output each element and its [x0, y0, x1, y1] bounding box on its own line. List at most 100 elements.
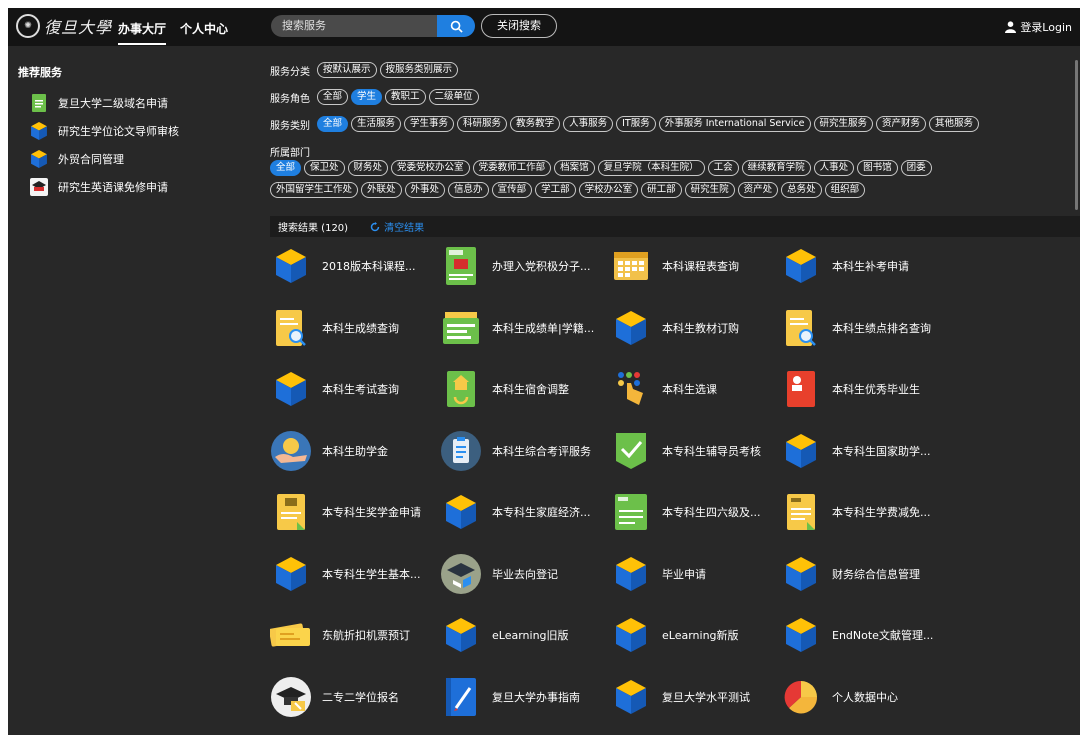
search-input[interactable]: 搜索服务	[271, 15, 437, 37]
service-tile[interactable]: 本科生考试查询	[270, 367, 440, 411]
chip-dept[interactable]: 继续教育学院	[741, 160, 811, 176]
service-tile[interactable]: 本科生选课	[610, 367, 780, 411]
chip-dept[interactable]: 图书馆	[857, 160, 898, 176]
chip-dept[interactable]: 学校办公室	[578, 182, 639, 198]
clipboard-icon	[440, 430, 482, 472]
sidebar-item-english-exemption[interactable]: 研究生英语课免修申请	[30, 178, 168, 196]
university-logo[interactable]: ✺ 復旦大學	[16, 14, 112, 38]
pie-chart-icon	[780, 676, 822, 718]
service-tile-label: 本科生教材订购	[662, 321, 739, 335]
chip-category-display[interactable]: 按服务类别展示	[379, 62, 459, 78]
chip-category-teaching[interactable]: 教务教学	[510, 116, 561, 132]
chip-dept[interactable]: 财务处	[347, 160, 389, 176]
chip-default-display[interactable]: 按默认展示	[317, 62, 377, 78]
service-tile[interactable]: 本科生成绩查询	[270, 306, 440, 350]
chip-dept[interactable]: 人事处	[813, 160, 855, 176]
service-tile[interactable]: 本科生成绩单|学籍...	[440, 306, 610, 350]
chip-dept[interactable]: 研工部	[641, 182, 682, 198]
sidebar-item-label: 外贸合同管理	[58, 153, 124, 166]
service-tile[interactable]: 本科课程表查询	[610, 244, 780, 288]
service-tile[interactable]: 本科生助学金	[270, 429, 440, 473]
chip-category-finance[interactable]: 资产财务	[876, 116, 927, 132]
checkmark-icon	[610, 430, 652, 472]
service-tile[interactable]: 本专科生奖学金申请	[270, 490, 440, 534]
service-tile[interactable]: 本专科生学生基本...	[270, 552, 440, 596]
grade-search-icon	[270, 307, 312, 349]
chip-dept[interactable]: 资产处	[737, 182, 779, 198]
service-tile[interactable]: 本专科生国家助学...	[780, 429, 950, 473]
service-tile[interactable]: 个人数据中心	[780, 675, 950, 719]
service-tile[interactable]: EndNote文献管理...	[780, 613, 950, 657]
chip-dept[interactable]: 党委党校办公室	[391, 160, 470, 176]
recommended-title: 推荐服务	[18, 66, 62, 79]
chip-dept[interactable]: 团委	[900, 160, 932, 176]
service-tile[interactable]: 复旦大学水平测试	[610, 675, 780, 719]
chip-dept[interactable]: 外国留学生工作处	[270, 182, 359, 198]
service-tile[interactable]: 本专科生四六级及...	[610, 490, 780, 534]
service-tile[interactable]: 毕业申请	[610, 552, 780, 596]
hand-select-icon	[610, 368, 652, 410]
service-tile-label: 2018版本科课程...	[322, 260, 416, 273]
chip-category-student-affairs[interactable]: 学生事务	[404, 116, 455, 132]
chip-category-hr[interactable]: 人事服务	[563, 116, 614, 132]
guide-book-icon	[440, 676, 482, 718]
service-tile[interactable]: 本科生补考申请	[780, 244, 950, 288]
chip-dept[interactable]: 复旦学院（本科生院）	[597, 160, 705, 176]
search-button[interactable]	[437, 15, 475, 37]
chip-dept[interactable]: 全部	[270, 160, 302, 176]
service-tile[interactable]: 2018版本科课程...	[270, 244, 440, 288]
chip-category-graduate[interactable]: 研究生服务	[813, 116, 874, 132]
sidebar-item-thesis-review[interactable]: 研究生学位论文导师审核	[30, 122, 179, 140]
chip-dept[interactable]: 保卫处	[304, 160, 345, 176]
sidebar-item-domain-apply[interactable]: 复旦大学二级域名申请	[30, 94, 168, 112]
service-tile[interactable]: eLearning新版	[610, 613, 780, 657]
chip-category-life[interactable]: 生活服务	[351, 116, 402, 132]
chip-dept[interactable]: 工会	[707, 160, 739, 176]
chip-role-unit[interactable]: 二级单位	[428, 89, 479, 105]
service-tile[interactable]: 本专科生辅导员考核	[610, 429, 780, 473]
chip-category-other[interactable]: 其他服务	[929, 116, 980, 132]
chip-dept[interactable]: 总务处	[781, 182, 822, 198]
service-tile[interactable]: 本科生综合考评服务	[440, 429, 610, 473]
service-tile[interactable]: 财务综合信息管理	[780, 552, 950, 596]
service-tile[interactable]: 复旦大学办事指南	[440, 675, 610, 719]
chip-dept[interactable]: 组织部	[824, 182, 866, 198]
calendar-icon	[610, 245, 652, 287]
chip-role-all[interactable]: 全部	[317, 89, 349, 105]
chip-dept[interactable]: 研究生院	[684, 182, 735, 198]
scrollbar[interactable]	[1075, 60, 1078, 210]
nav-tab-service-hall[interactable]: 办事大厅	[118, 20, 167, 45]
service-tile[interactable]: 二专二学位报名	[270, 675, 440, 719]
service-tile[interactable]: 本专科生家庭经济...	[440, 490, 610, 534]
service-tile-label: eLearning旧版	[492, 629, 569, 642]
service-tile[interactable]: 本科生教材订购	[610, 306, 780, 350]
ticket-icon	[270, 614, 312, 656]
service-tile[interactable]: 毕业去向登记	[440, 552, 610, 596]
service-tile[interactable]: 本科生绩点排名查询	[780, 306, 950, 350]
service-tile[interactable]: 本科生优秀毕业生	[780, 367, 950, 411]
clear-results-link[interactable]: 清空结果	[370, 219, 424, 234]
sidebar-item-trade-contract[interactable]: 外贸合同管理	[30, 150, 124, 168]
graduation-icon	[30, 178, 48, 196]
chip-category-international[interactable]: 外事服务 International Service	[658, 116, 811, 132]
chip-category-research[interactable]: 科研服务	[457, 116, 508, 132]
chip-dept[interactable]: 外联处	[361, 182, 402, 198]
chip-dept[interactable]: 信息办	[448, 182, 489, 198]
chip-dept[interactable]: 学工部	[535, 182, 576, 198]
chip-category-it[interactable]: IT服务	[616, 116, 656, 132]
service-tile[interactable]: 本科生宿舍调整	[440, 367, 610, 411]
service-tile[interactable]: eLearning旧版	[440, 613, 610, 657]
chip-dept[interactable]: 档案馆	[554, 160, 595, 176]
nav-tab-personal-center[interactable]: 个人中心	[180, 20, 228, 37]
chip-dept[interactable]: 党委教师工作部	[472, 160, 552, 176]
chip-role-student[interactable]: 学生	[351, 89, 383, 105]
chip-role-staff[interactable]: 教职工	[385, 89, 426, 105]
chip-category-all[interactable]: 全部	[317, 116, 349, 132]
service-tile[interactable]: 东航折扣机票预订	[270, 613, 440, 657]
service-tile[interactable]: 办理入党积极分子...	[440, 244, 610, 288]
login-link[interactable]: 登录Login	[1005, 19, 1072, 35]
service-tile[interactable]: 本专科生学费减免...	[780, 490, 950, 534]
chip-dept[interactable]: 宣传部	[491, 182, 533, 198]
close-search-button[interactable]: 关闭搜索	[481, 14, 557, 38]
chip-dept[interactable]: 外事处	[404, 182, 446, 198]
